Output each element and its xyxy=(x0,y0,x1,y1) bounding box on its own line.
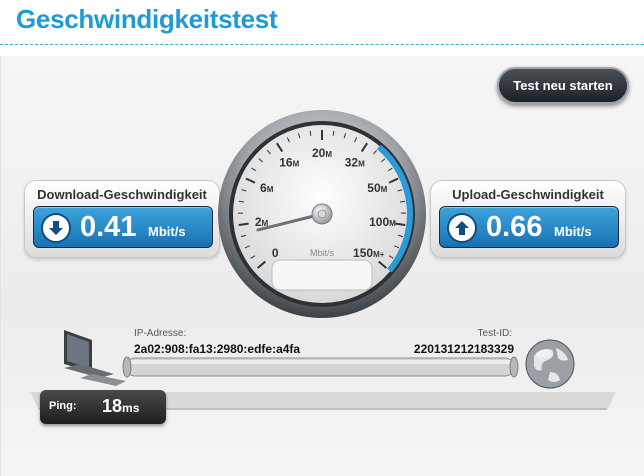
test-id-value: 220131212183329 xyxy=(413,342,514,356)
download-speed-value: 0.41 xyxy=(80,211,137,243)
ping-label: Ping: xyxy=(49,400,77,412)
gauge-minor-tick xyxy=(309,130,312,136)
download-panel: Download-Geschwindigkeit 0.41 Mbit/s xyxy=(24,180,220,258)
upload-value-box: 0.66 Mbit/s xyxy=(439,206,619,248)
download-speed-unit: Mbit/s xyxy=(148,224,186,239)
gauge-major-tick xyxy=(238,222,249,226)
speedometer-gauge: 02M6M16M20M32M50M100M150M+ Mbit/s xyxy=(218,110,426,318)
arrow-down-icon xyxy=(41,213,71,243)
gauge-minor-tick xyxy=(332,130,335,136)
upload-speed-value: 0.66 xyxy=(486,211,543,243)
gauge-tick-label: 0 xyxy=(272,246,279,260)
gauge-readout-window xyxy=(271,259,373,291)
ip-address-value: 2a02:908:fa13:2980:edfe:a4fa xyxy=(134,342,301,356)
gauge-hub-cap xyxy=(317,209,327,219)
globe-icon xyxy=(525,339,575,389)
ping-unit: ms xyxy=(122,401,140,415)
download-value-box: 0.41 Mbit/s xyxy=(33,206,213,248)
page-title: Geschwindigkeitstest xyxy=(16,4,278,34)
pipe-right-cap xyxy=(509,356,519,378)
download-label: Download-Geschwindigkeit xyxy=(37,187,207,202)
upload-speed-unit: Mbit/s xyxy=(554,224,592,239)
gauge-major-tick xyxy=(395,222,406,226)
restart-test-button[interactable]: Test neu starten xyxy=(497,67,629,104)
title-divider xyxy=(0,44,644,45)
ping-box: Ping: 18ms xyxy=(40,390,166,424)
ping-value: 18 xyxy=(102,396,123,416)
ping-value-wrap: 18ms xyxy=(102,396,139,417)
upload-label: Upload-Geschwindigkeit xyxy=(452,187,604,202)
pipe-highlight xyxy=(128,360,512,364)
arrow-up-icon xyxy=(447,213,477,243)
test-id-label: Test-ID: xyxy=(477,328,512,339)
upload-panel: Upload-Geschwindigkeit 0.66 Mbit/s xyxy=(430,180,626,258)
gauge-unit-label: Mbit/s xyxy=(310,248,335,258)
ip-address-label: IP-Adresse: xyxy=(134,328,187,339)
computer-icon xyxy=(64,330,126,386)
pipe-left-cap xyxy=(122,356,132,378)
